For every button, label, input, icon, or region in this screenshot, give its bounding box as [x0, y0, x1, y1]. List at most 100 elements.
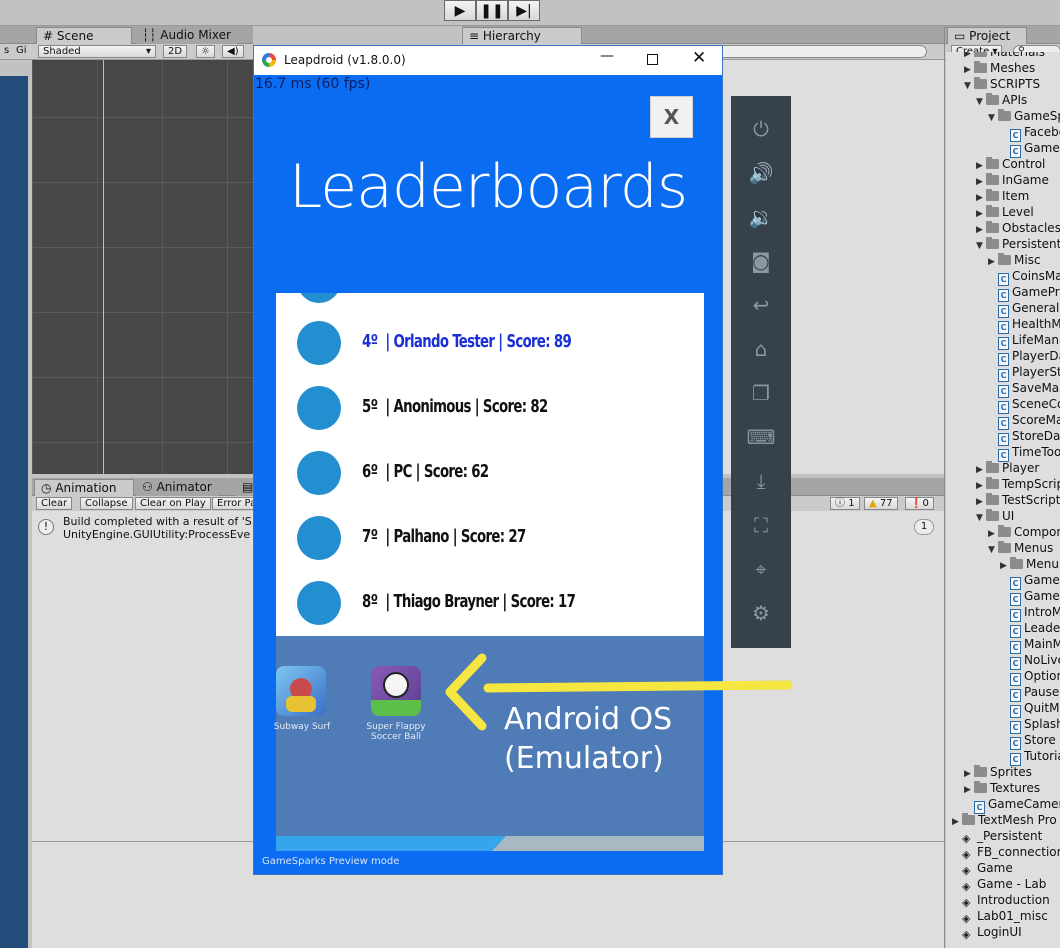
- play-button[interactable]: ▶: [444, 0, 476, 21]
- project-item-folder[interactable]: ▶ Control: [976, 156, 1045, 172]
- project-item-script[interactable]: CIntroMenu: [1000, 604, 1060, 622]
- project-item-script[interactable]: CTimeTools: [988, 444, 1060, 462]
- project-item-folder[interactable]: ▶ TextMesh Pro: [952, 812, 1057, 828]
- project-item-folder[interactable]: ▼ SCRIPTS: [964, 76, 1040, 92]
- keyboard-icon[interactable]: ⌨: [731, 422, 791, 452]
- pause-button[interactable]: ❚❚: [476, 0, 508, 21]
- chevron-down-icon[interactable]: ▼: [976, 510, 986, 526]
- clear-on-play-button[interactable]: Clear on Play: [135, 497, 211, 510]
- power-icon[interactable]: ⏻: [731, 114, 791, 144]
- project-item-script[interactable]: CHealthManager: [988, 316, 1060, 334]
- tab-animator[interactable]: ⚇ Animator: [136, 479, 218, 496]
- volume-down-icon[interactable]: 🔉: [731, 202, 791, 232]
- clear-button[interactable]: Clear: [36, 497, 73, 510]
- tab-audio-mixer[interactable]: ┆┆ Audio Mixer: [136, 27, 237, 44]
- project-item-folder[interactable]: ▼ Menus: [988, 540, 1053, 556]
- hierarchy-search-input[interactable]: [712, 45, 927, 58]
- project-item-script[interactable]: CPlayerData: [988, 348, 1060, 366]
- close-window-button[interactable]: ✕: [692, 48, 706, 68]
- scene-viewport[interactable]: [32, 60, 254, 474]
- project-item-folder[interactable]: ▼ Persistent: [976, 236, 1060, 252]
- project-item-folder[interactable]: ▶ Misc: [988, 252, 1041, 268]
- project-item-scene[interactable]: ◈ Game: [952, 860, 1013, 877]
- fullscreen-icon[interactable]: ⛶: [731, 510, 791, 540]
- project-item-script[interactable]: CGamePrefs: [988, 284, 1060, 302]
- project-item-script[interactable]: CQuitMenu: [1000, 700, 1060, 718]
- project-item-script[interactable]: CNoLives: [1000, 652, 1060, 670]
- project-item-scene[interactable]: ◈ Introduction: [952, 892, 1050, 909]
- project-item-script[interactable]: CLeaderboards: [1000, 620, 1060, 638]
- chevron-down-icon[interactable]: ▼: [976, 238, 986, 254]
- chevron-down-icon[interactable]: ▼: [976, 94, 986, 110]
- tab-scene[interactable]: # Scene: [36, 27, 132, 44]
- project-item-script[interactable]: C General: [988, 300, 1059, 318]
- project-item-scene[interactable]: ◈ FB_connection: [952, 844, 1060, 861]
- log-entry[interactable]: Build completed with a result of 'S Unit…: [63, 515, 252, 541]
- project-item-folder[interactable]: ▶Components: [988, 524, 1060, 540]
- project-item-script[interactable]: CGameSparks: [1000, 140, 1060, 158]
- project-item-script[interactable]: CSceneController: [988, 396, 1060, 414]
- project-item-script[interactable]: CPlayerStats: [988, 364, 1060, 382]
- maximize-button[interactable]: [647, 54, 658, 65]
- project-item-folder[interactable]: ▶ Materials: [964, 52, 1045, 60]
- project-item-folder[interactable]: ▶ Obstacles: [976, 220, 1060, 236]
- mode-2d-button[interactable]: 2D: [163, 45, 188, 58]
- project-item-folder[interactable]: ▶ Sprites: [964, 764, 1032, 780]
- settings-icon[interactable]: ⚙: [731, 598, 791, 628]
- error-count-button[interactable]: ❗0: [905, 497, 934, 510]
- project-item-folder[interactable]: ▼ APIs: [976, 92, 1027, 108]
- project-item-folder[interactable]: ▶ Player: [976, 460, 1039, 476]
- project-item-scene[interactable]: ◈ Lab01_misc: [952, 908, 1048, 925]
- chevron-down-icon[interactable]: ▼: [964, 78, 974, 94]
- project-item-scene[interactable]: ◈ LoginUI: [952, 924, 1022, 941]
- project-item-folder[interactable]: ▶ Level: [976, 204, 1034, 220]
- project-item-script[interactable]: CTutorial: [1000, 748, 1060, 766]
- project-item-script[interactable]: CPauseMenu: [1000, 684, 1060, 702]
- project-item-script[interactable]: CGameMenu: [1000, 572, 1060, 590]
- project-item-folder[interactable]: ▶TestScripts: [976, 492, 1060, 508]
- project-item-script[interactable]: CLifeManager: [988, 332, 1060, 350]
- project-item-script[interactable]: COptions: [1000, 668, 1060, 686]
- emulator-titlebar[interactable]: Leapdroid (v1.8.0.0) — ✕: [254, 46, 722, 75]
- project-item-folder[interactable]: ▶ InGame: [976, 172, 1049, 188]
- project-item-scene[interactable]: ◈ _Persistent: [952, 828, 1042, 845]
- chevron-down-icon[interactable]: ▼: [988, 110, 998, 126]
- back-icon[interactable]: ↩: [731, 290, 791, 320]
- tab-hierarchy[interactable]: ≡ Hierarchy: [462, 27, 582, 44]
- tab-animation[interactable]: ◷ Animation: [34, 479, 134, 496]
- tab-project[interactable]: ▭ Project: [947, 27, 1027, 44]
- project-item-script[interactable]: CStoreData: [988, 428, 1060, 446]
- camera-icon[interactable]: ◙: [731, 246, 791, 276]
- leaderboard-list[interactable]: 4º | Orlando Tester | Score: 89 5º | Ano…: [276, 293, 704, 636]
- log-count-button[interactable]: ⓘ 1: [830, 497, 860, 510]
- close-leaderboard-button[interactable]: X: [650, 96, 693, 138]
- project-item-script[interactable]: CMainMenu: [1000, 636, 1060, 654]
- chevron-down-icon[interactable]: ▼: [988, 542, 998, 558]
- project-item-script[interactable]: CSaveManager: [988, 380, 1060, 398]
- project-item-script[interactable]: C Splash: [1000, 716, 1060, 734]
- project-item-folder[interactable]: ▶TempScripts: [976, 476, 1060, 492]
- location-icon[interactable]: ⌖: [731, 554, 791, 584]
- step-button[interactable]: ▶|: [508, 0, 540, 21]
- project-item-script[interactable]: CCoinsManager: [988, 268, 1060, 286]
- minimize-button[interactable]: —: [600, 48, 614, 64]
- super-flappy-soccer-icon[interactable]: [371, 666, 421, 716]
- home-icon[interactable]: ⌂: [731, 334, 791, 364]
- project-item-script[interactable]: CScoreManager: [988, 412, 1060, 430]
- shading-dropdown[interactable]: Shaded ▾: [38, 45, 156, 58]
- collapse-button[interactable]: Collapse: [80, 497, 133, 510]
- project-item-folder[interactable]: ▼ GameSparks: [988, 108, 1060, 124]
- project-item-scene[interactable]: ◈ Game - Lab: [952, 876, 1046, 893]
- project-item-script[interactable]: CFacebook: [1000, 124, 1060, 142]
- project-item-script[interactable]: CGameOver: [1000, 588, 1060, 606]
- project-item-folder[interactable]: ▶ Textures: [964, 780, 1040, 796]
- project-item-script[interactable]: C Store: [1000, 732, 1056, 750]
- audio-icon[interactable]: ◀): [222, 45, 244, 58]
- project-item-folder[interactable]: ▶MenuBase: [1000, 556, 1060, 572]
- subway-surf-app[interactable]: [276, 666, 326, 716]
- recent-apps-icon[interactable]: ❐: [731, 378, 791, 408]
- lighting-icon[interactable]: ☼: [196, 45, 215, 58]
- install-apk-icon[interactable]: ⤓: [731, 466, 791, 496]
- project-item-folder[interactable]: ▶ Meshes: [964, 60, 1035, 76]
- volume-up-icon[interactable]: 🔊: [731, 158, 791, 188]
